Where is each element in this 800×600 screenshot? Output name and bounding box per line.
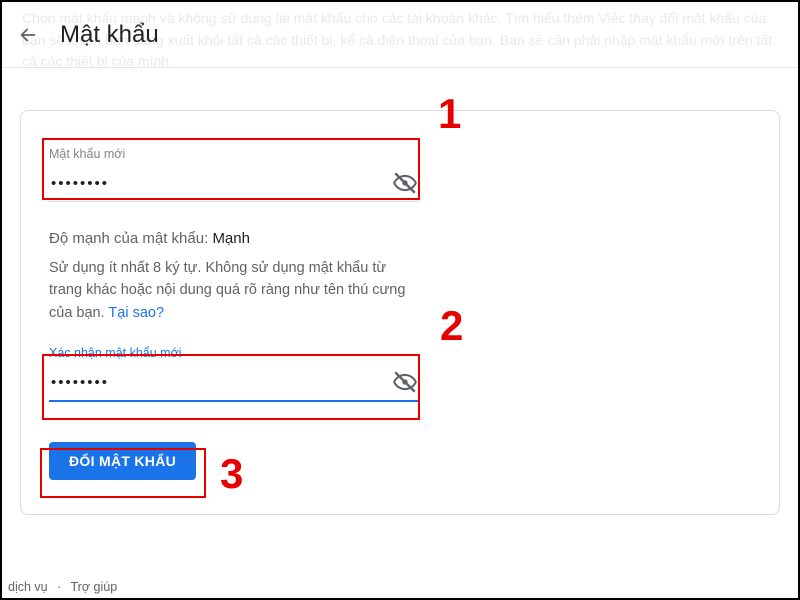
footer-dot: ·	[57, 580, 61, 594]
confirm-password-input[interactable]	[49, 373, 391, 392]
strength-value: Mạnh	[212, 230, 250, 247]
hint-text: Sử dụng ít nhất 8 ký tự. Không sử dụng m…	[49, 260, 405, 321]
password-strength: Độ mạnh của mật khẩu: Mạnh	[49, 230, 751, 247]
page-title: Mật khẩu	[60, 21, 159, 49]
confirm-password-label: Xác nhận mật khẩu mới	[49, 346, 419, 360]
back-icon[interactable]	[16, 23, 40, 47]
visibility-off-icon[interactable]	[391, 171, 419, 195]
confirm-password-field: Xác nhận mật khẩu mới	[49, 346, 419, 402]
footer-service-link[interactable]: dịch vụ	[8, 580, 48, 594]
strength-label: Độ mạnh của mật khẩu:	[49, 230, 208, 247]
new-password-label: Mật khẩu mới	[49, 147, 419, 161]
header-bar: Mật khẩu	[2, 2, 798, 68]
footer-help-link[interactable]: Trợ giúp	[71, 580, 118, 594]
why-link[interactable]: Tại sao?	[108, 305, 164, 321]
password-hint: Sử dụng ít nhất 8 ký tự. Không sử dụng m…	[49, 257, 409, 324]
new-password-field: Mật khẩu mới	[49, 147, 419, 202]
change-password-button[interactable]: ĐỔI MẬT KHẨU	[49, 442, 196, 480]
footer-links: dịch vụ · Trợ giúp	[8, 580, 117, 594]
password-card: Mật khẩu mới Độ mạnh của mật khẩu: Mạnh …	[20, 110, 780, 515]
new-password-input[interactable]	[49, 174, 391, 193]
visibility-off-icon[interactable]	[391, 370, 419, 394]
